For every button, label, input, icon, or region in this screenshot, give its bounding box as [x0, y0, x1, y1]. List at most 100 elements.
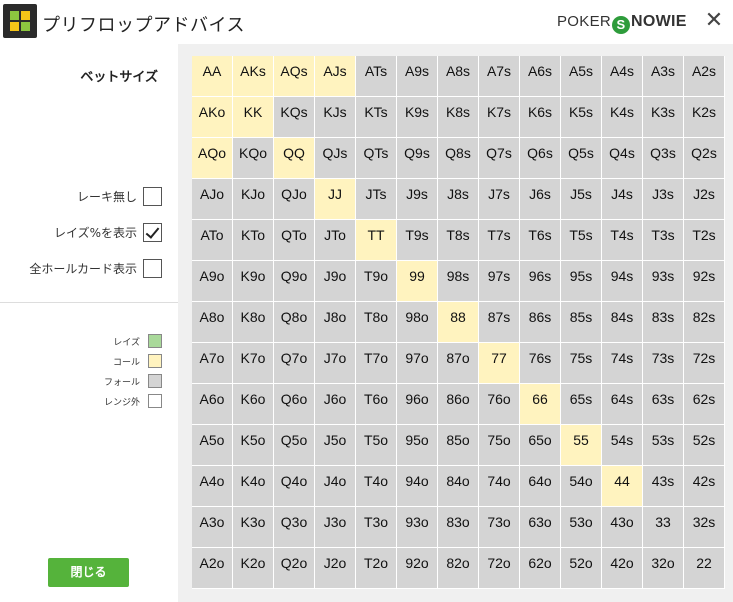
- hand-cell[interactable]: 55: [561, 425, 602, 466]
- hand-cell[interactable]: 98s: [438, 261, 479, 302]
- hand-cell[interactable]: 75o: [479, 425, 520, 466]
- close-button[interactable]: 閉じる: [48, 558, 129, 587]
- hand-cell[interactable]: J6o: [315, 384, 356, 425]
- hand-cell[interactable]: 82s: [684, 302, 725, 343]
- hand-cell[interactable]: 64o: [520, 466, 561, 507]
- show-raise-percent-checkbox[interactable]: [143, 222, 162, 242]
- hand-cell[interactable]: AQs: [274, 56, 315, 97]
- hand-cell[interactable]: T6s: [520, 220, 561, 261]
- hand-cell[interactable]: Q9s: [397, 138, 438, 179]
- hand-cell[interactable]: A2o: [192, 548, 233, 589]
- hand-cell[interactable]: AKs: [233, 56, 274, 97]
- hand-cell[interactable]: 66: [520, 384, 561, 425]
- hand-cell[interactable]: QQ: [274, 138, 315, 179]
- hand-cell[interactable]: Q2s: [684, 138, 725, 179]
- hand-cell[interactable]: 93o: [397, 507, 438, 548]
- close-icon[interactable]: ✕: [703, 8, 725, 34]
- hand-cell[interactable]: T6o: [356, 384, 397, 425]
- hand-cell[interactable]: JJ: [315, 179, 356, 220]
- hand-cell[interactable]: T9s: [397, 220, 438, 261]
- no-rake-checkbox[interactable]: [143, 186, 162, 206]
- hand-cell[interactable]: A4s: [602, 56, 643, 97]
- hand-cell[interactable]: K2s: [684, 97, 725, 138]
- hand-cell[interactable]: 92s: [684, 261, 725, 302]
- hand-cell[interactable]: 32s: [684, 507, 725, 548]
- hand-cell[interactable]: 64s: [602, 384, 643, 425]
- hand-cell[interactable]: 94o: [397, 466, 438, 507]
- hand-cell[interactable]: JTs: [356, 179, 397, 220]
- hand-cell[interactable]: 92o: [397, 548, 438, 589]
- hand-cell[interactable]: K4s: [602, 97, 643, 138]
- hand-cell[interactable]: A9s: [397, 56, 438, 97]
- hand-cell[interactable]: 97o: [397, 343, 438, 384]
- hand-cell[interactable]: KJs: [315, 97, 356, 138]
- hand-cell[interactable]: Q4o: [274, 466, 315, 507]
- hand-cell[interactable]: AQo: [192, 138, 233, 179]
- hand-cell[interactable]: T4s: [602, 220, 643, 261]
- hand-cell[interactable]: Q6s: [520, 138, 561, 179]
- hand-cell[interactable]: T7s: [479, 220, 520, 261]
- hand-cell[interactable]: A7o: [192, 343, 233, 384]
- hand-cell[interactable]: 85o: [438, 425, 479, 466]
- hand-cell[interactable]: A8o: [192, 302, 233, 343]
- hand-cell[interactable]: 97s: [479, 261, 520, 302]
- hand-cell[interactable]: 54s: [602, 425, 643, 466]
- hand-cell[interactable]: 73s: [643, 343, 684, 384]
- hand-cell[interactable]: AJs: [315, 56, 356, 97]
- hand-cell[interactable]: 83o: [438, 507, 479, 548]
- hand-cell[interactable]: TT: [356, 220, 397, 261]
- hand-cell[interactable]: K3s: [643, 97, 684, 138]
- hand-cell[interactable]: AA: [192, 56, 233, 97]
- hand-cell[interactable]: 86o: [438, 384, 479, 425]
- hand-cell[interactable]: K3o: [233, 507, 274, 548]
- hand-cell[interactable]: 54o: [561, 466, 602, 507]
- hand-cell[interactable]: 74o: [479, 466, 520, 507]
- hand-cell[interactable]: J2o: [315, 548, 356, 589]
- hand-cell[interactable]: J4s: [602, 179, 643, 220]
- hand-cell[interactable]: 72s: [684, 343, 725, 384]
- hand-cell[interactable]: ATo: [192, 220, 233, 261]
- hand-cell[interactable]: Q9o: [274, 261, 315, 302]
- hand-cell[interactable]: KTo: [233, 220, 274, 261]
- hand-cell[interactable]: 52s: [684, 425, 725, 466]
- hand-cell[interactable]: A8s: [438, 56, 479, 97]
- hand-cell[interactable]: AKo: [192, 97, 233, 138]
- hand-cell[interactable]: 65o: [520, 425, 561, 466]
- hand-cell[interactable]: T3s: [643, 220, 684, 261]
- hand-cell[interactable]: A3s: [643, 56, 684, 97]
- hand-cell[interactable]: K7s: [479, 97, 520, 138]
- option-show-all-hole-cards[interactable]: 全ホールカード表示: [29, 257, 162, 279]
- hand-cell[interactable]: J2s: [684, 179, 725, 220]
- hand-cell[interactable]: 95o: [397, 425, 438, 466]
- hand-cell[interactable]: QTo: [274, 220, 315, 261]
- hand-cell[interactable]: 84o: [438, 466, 479, 507]
- hand-cell[interactable]: 98o: [397, 302, 438, 343]
- hand-cell[interactable]: Q5o: [274, 425, 315, 466]
- show-all-hole-cards-checkbox[interactable]: [143, 258, 162, 278]
- hand-cell[interactable]: AJo: [192, 179, 233, 220]
- hand-cell[interactable]: K8o: [233, 302, 274, 343]
- hand-cell[interactable]: 85s: [561, 302, 602, 343]
- hand-cell[interactable]: KQs: [274, 97, 315, 138]
- hand-cell[interactable]: A9o: [192, 261, 233, 302]
- hand-cell[interactable]: 76s: [520, 343, 561, 384]
- hand-cell[interactable]: T5s: [561, 220, 602, 261]
- hand-cell[interactable]: 96o: [397, 384, 438, 425]
- hand-cell[interactable]: Q5s: [561, 138, 602, 179]
- hand-cell[interactable]: J9o: [315, 261, 356, 302]
- hand-cell[interactable]: 73o: [479, 507, 520, 548]
- hand-cell[interactable]: K9s: [397, 97, 438, 138]
- hand-cell[interactable]: QTs: [356, 138, 397, 179]
- hand-cell[interactable]: T9o: [356, 261, 397, 302]
- hand-cell[interactable]: 42o: [602, 548, 643, 589]
- hand-cell[interactable]: K5s: [561, 97, 602, 138]
- hand-cell[interactable]: J5o: [315, 425, 356, 466]
- hand-cell[interactable]: 99: [397, 261, 438, 302]
- hand-cell[interactable]: A6o: [192, 384, 233, 425]
- hand-cell[interactable]: A2s: [684, 56, 725, 97]
- hand-cell[interactable]: T3o: [356, 507, 397, 548]
- hand-cell[interactable]: J8s: [438, 179, 479, 220]
- hand-cell[interactable]: 87s: [479, 302, 520, 343]
- hand-cell[interactable]: J3o: [315, 507, 356, 548]
- hand-cell[interactable]: 62o: [520, 548, 561, 589]
